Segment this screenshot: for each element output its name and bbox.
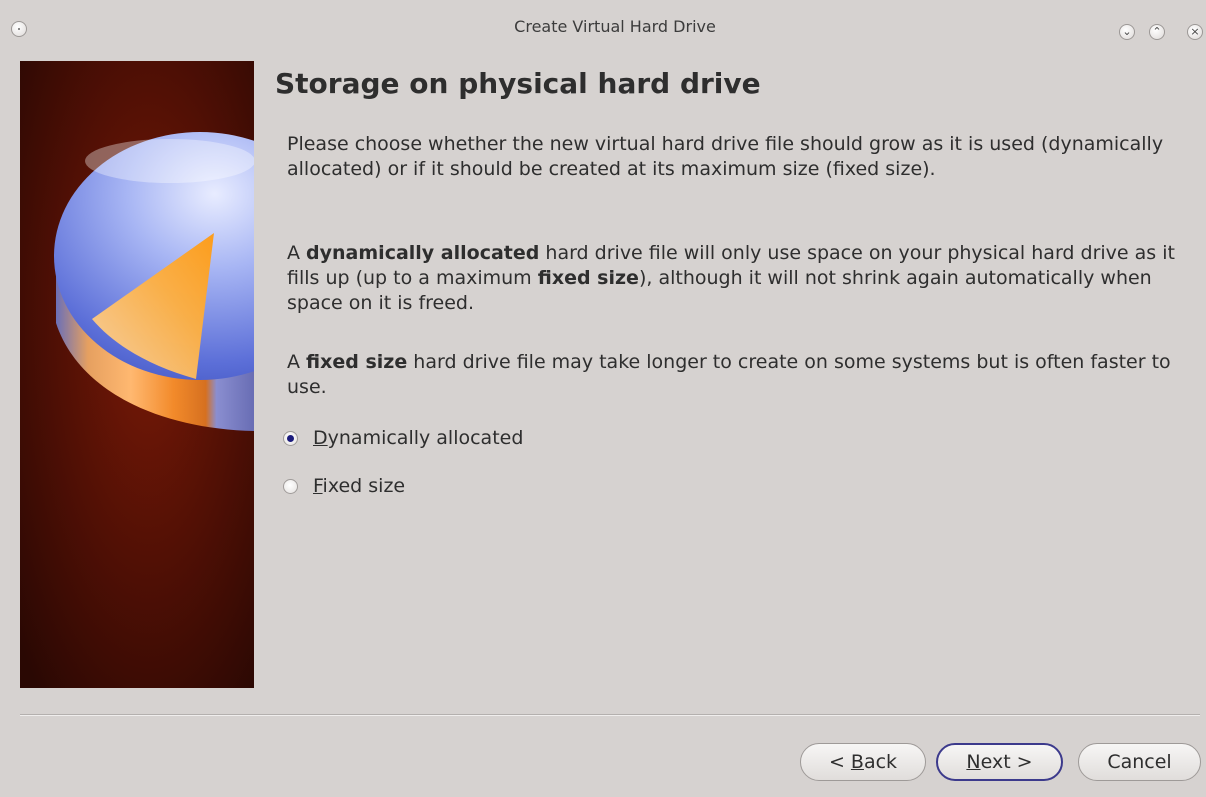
fixed-size-option[interactable]: Fixed size: [283, 474, 405, 499]
button-separator: [20, 714, 1200, 716]
back-button[interactable]: < Back: [800, 743, 926, 781]
dialog-window: Create Virtual Hard Drive ⌄ ⌃ × Storage …: [0, 0, 1206, 797]
dynamically-allocated-option[interactable]: Dynamically allocated: [283, 426, 523, 451]
dynamic-description-paragraph: A dynamically allocated hard drive file …: [287, 242, 1175, 314]
window-title: Create Virtual Hard Drive: [514, 17, 716, 36]
dynamically-allocated-label[interactable]: Dynamically allocated: [313, 426, 523, 451]
maximize-icon[interactable]: ⌃: [1149, 24, 1165, 40]
page-title: Storage on physical hard drive: [275, 67, 761, 100]
fixed-size-label[interactable]: Fixed size: [313, 474, 405, 499]
fixed-description-paragraph: A fixed size hard drive file may take lo…: [287, 351, 1171, 398]
next-button[interactable]: Next >: [936, 743, 1063, 781]
cancel-button[interactable]: Cancel: [1078, 743, 1201, 781]
fixed-size-radio[interactable]: [283, 479, 298, 494]
hard-drive-watermark-image: [20, 61, 254, 688]
minimize-icon[interactable]: ⌄: [1119, 24, 1135, 40]
dynamically-allocated-radio[interactable]: [283, 431, 298, 446]
intro-paragraph: Please choose whether the new virtual ha…: [287, 133, 1164, 180]
wizard-page: Storage on physical hard drive Please ch…: [275, 62, 1200, 497]
close-icon[interactable]: ×: [1187, 24, 1203, 40]
title-bar: Create Virtual Hard Drive ⌄ ⌃ ×: [0, 0, 1206, 58]
